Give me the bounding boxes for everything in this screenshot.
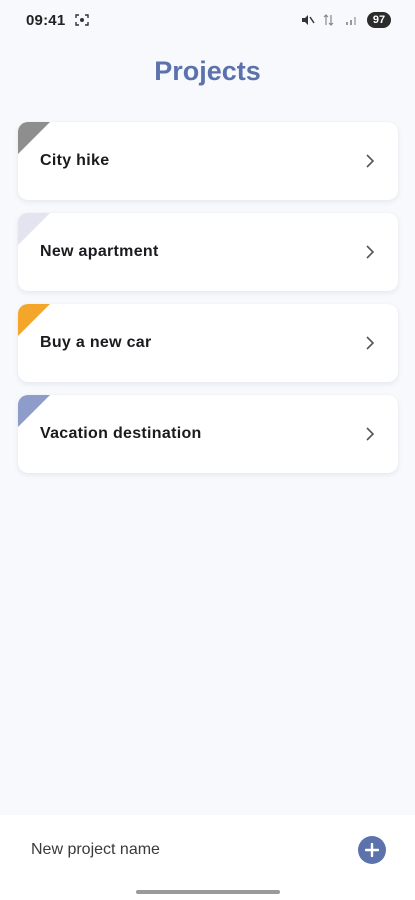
chevron-right-icon [366,427,375,441]
screenshot-icon [75,14,90,26]
project-list: City hike New apartment Buy a new car Va… [18,122,398,486]
status-time: 09:41 [26,11,66,29]
project-card-new-apartment[interactable]: New apartment [18,213,398,291]
chevron-right-icon [366,154,375,168]
bottom-bar [0,815,415,900]
project-card-buy-a-new-car[interactable]: Buy a new car [18,304,398,382]
project-name: City hike [40,152,110,169]
project-name: New apartment [40,243,159,260]
mute-icon [302,15,315,25]
project-color-flag [18,304,50,336]
home-indicator [136,890,280,894]
project-name: Buy a new car [40,334,152,351]
project-color-flag [18,395,50,427]
new-project-input[interactable] [18,835,338,865]
add-project-button[interactable] [358,836,386,864]
status-right: 97 [301,12,391,28]
plus-icon [365,843,379,857]
status-bar: 09:41 97 [0,0,415,40]
project-card-vacation-destination[interactable]: Vacation destination [18,395,398,473]
signal-icon [346,17,356,25]
battery-badge: 97 [367,12,391,28]
page-title: Projects [154,56,261,86]
project-card-city-hike[interactable]: City hike [18,122,398,200]
data-signal-icon [323,14,334,26]
chevron-right-icon [366,336,375,350]
project-color-flag [18,122,50,154]
chevron-right-icon [366,245,375,259]
project-color-flag [18,213,50,245]
status-left: 09:41 [26,11,90,29]
project-name: Vacation destination [40,425,202,442]
